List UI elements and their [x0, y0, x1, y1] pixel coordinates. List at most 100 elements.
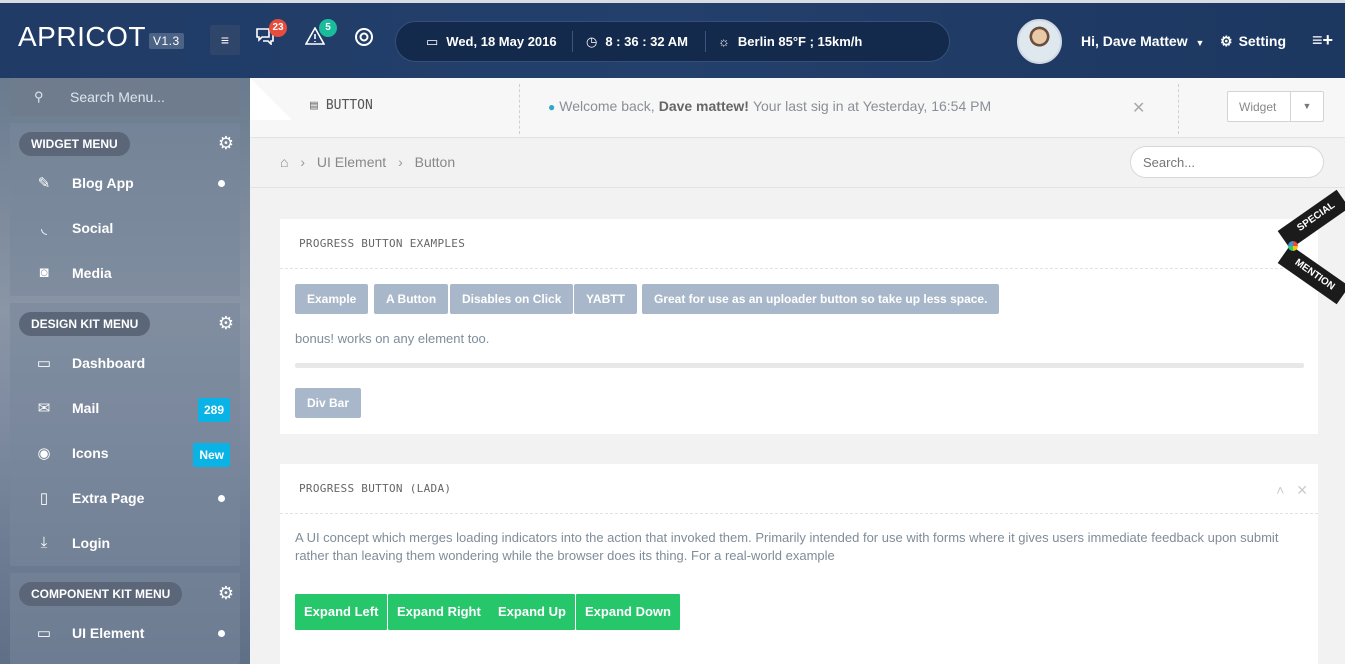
- div-bar-button[interactable]: Div Bar: [295, 388, 362, 418]
- user-menu[interactable]: Hi, Dave Mattew ▼: [1081, 33, 1204, 49]
- mail-icon: ✉: [37, 400, 51, 417]
- group-title: DESIGN KIT MENU: [19, 312, 151, 336]
- time-text: 8 : 36 : 32 AM: [605, 34, 688, 49]
- app-logo[interactable]: APRICOT V1.3: [18, 21, 184, 53]
- panel-title: PROGRESS BUTTON (LADA): [299, 482, 452, 495]
- bonus-note: bonus! works on any element too.: [295, 331, 490, 346]
- sidebar: ⚲ Search Menu... WIDGET MENU ⚙ ✎ Blog Ap…: [0, 78, 250, 664]
- weather-icon: ☼: [718, 34, 730, 49]
- weather-display: ☼ Berlin 85°F ; 15km/h: [718, 22, 862, 61]
- setting-button[interactable]: ⚙ Setting: [1220, 33, 1286, 50]
- corner-fold: [250, 78, 292, 120]
- gear-icon: ⚙: [1220, 33, 1233, 49]
- expand-right-button[interactable]: Expand Right: [388, 594, 490, 630]
- download-icon: ⤓: [40, 534, 48, 551]
- sidebar-item-ui-element[interactable]: ▭ UI Element: [10, 611, 240, 656]
- group-title: COMPONENT KIT MENU: [19, 582, 183, 606]
- gear-icon[interactable]: ⚙: [218, 583, 234, 604]
- sidebar-item-blog-app[interactable]: ✎ Blog App: [10, 161, 240, 206]
- sidebar-item-extra-page[interactable]: ▯ Extra Page: [10, 476, 240, 521]
- disables-on-click-button[interactable]: Disables on Click: [450, 284, 574, 314]
- sidebar-search[interactable]: ⚲ Search Menu...: [10, 78, 240, 116]
- close-icon[interactable]: ✕: [1296, 482, 1308, 498]
- weather-text: Berlin 85°F ; 15km/h: [737, 34, 863, 49]
- sidebar-item-media[interactable]: ◙ Media: [10, 251, 240, 296]
- avatar[interactable]: [1017, 19, 1062, 64]
- chevron-right-icon: ›: [300, 154, 306, 170]
- gear-icon[interactable]: ⚙: [218, 133, 234, 154]
- status-dot: [218, 630, 225, 637]
- messages-badge: 23: [269, 19, 287, 37]
- ribbon-line-2: MENTION: [1277, 244, 1345, 305]
- gear-icon[interactable]: ⚙: [218, 313, 234, 334]
- rss-icon: ◟: [41, 220, 47, 237]
- date-text: Wed, 18 May 2016: [446, 34, 557, 49]
- edit-icon: ✎: [37, 175, 51, 192]
- breadcrumb-bar: ⌂ › UI Element › Button: [250, 138, 1345, 188]
- uploader-button[interactable]: Great for use as an uploader button so t…: [642, 284, 1000, 314]
- status-dot: [218, 495, 225, 502]
- welcome-name: Dave mattew!: [658, 98, 749, 114]
- status-dot: [218, 180, 225, 187]
- page-title-text: BUTTON: [325, 98, 373, 113]
- ribbon-logo-icon: [1288, 241, 1298, 251]
- version-label: V1.3: [148, 33, 184, 49]
- sidebar-item-dashboard[interactable]: ▭ Dashboard: [10, 341, 240, 386]
- sidebar-item-mail[interactable]: ✉ Mail 289: [10, 386, 240, 431]
- time-display: ◷ 8 : 36 : 32 AM: [586, 22, 688, 61]
- eye-icon: ◉: [37, 445, 51, 462]
- home-icon[interactable]: ⌂: [280, 154, 288, 170]
- expand-up-button[interactable]: Expand Up: [489, 594, 575, 630]
- sidebar-item-label: Icons: [72, 445, 109, 461]
- sidebar-item-label: Mail: [72, 400, 100, 416]
- help-button[interactable]: [352, 27, 376, 51]
- progress-bar: [295, 363, 1304, 368]
- page-title: ▤ BUTTON: [310, 98, 373, 113]
- expand-left-button[interactable]: Expand Left: [295, 594, 388, 630]
- expand-down-button[interactable]: Expand Down: [576, 594, 680, 630]
- sidebar-item-label: Media: [72, 265, 112, 281]
- search-icon: ⚲: [34, 89, 44, 104]
- menu-plus-icon[interactable]: ≡+: [1312, 30, 1333, 51]
- breadcrumb-item[interactable]: UI Element: [317, 154, 386, 170]
- alerts-button[interactable]: 5: [303, 19, 337, 51]
- sidebar-item-label: Blog App: [72, 175, 134, 191]
- sidebar-item-login[interactable]: ⤓ Login: [10, 521, 240, 566]
- alerts-badge: 5: [319, 19, 337, 37]
- a-button[interactable]: A Button: [374, 284, 449, 314]
- panel-title: PROGRESS BUTTON EXAMPLES: [299, 237, 466, 250]
- brand-name: APRICOT: [18, 21, 146, 52]
- special-mention-ribbon: SPECIAL MENTION: [1277, 189, 1345, 305]
- sidebar-item-label: UI Element: [72, 625, 145, 641]
- widget-label: Widget: [1239, 100, 1277, 114]
- new-badge: New: [193, 443, 230, 467]
- content-header: ▤ BUTTON ● Welcome back, Dave mattew! Your l…: [250, 78, 1345, 138]
- messages-button[interactable]: 23: [253, 19, 287, 51]
- search-input[interactable]: [1130, 146, 1324, 178]
- welcome-prefix: Welcome back,: [559, 98, 655, 114]
- yabtt-button[interactable]: YABTT: [574, 284, 637, 314]
- info-bar: ▭ Wed, 18 May 2016 ◷ 8 : 36 : 32 AM ☼ Berli…: [395, 21, 950, 62]
- widget-menu-group: WIDGET MENU ⚙ ✎ Blog App ◟ Social ◙ Medi…: [10, 123, 240, 296]
- lada-button-panel: PROGRESS BUTTON (LADA) ˄ ✕ A UI concept …: [280, 464, 1318, 664]
- date-display: ▭ Wed, 18 May 2016: [426, 22, 557, 61]
- list-icon: ▤: [310, 98, 318, 113]
- chevron-right-icon: ›: [398, 154, 403, 170]
- caret-down-icon[interactable]: ▼: [1290, 92, 1323, 121]
- sidebar-item-social[interactable]: ◟ Social: [10, 206, 240, 251]
- example-button[interactable]: Example: [295, 284, 369, 314]
- progress-button-panel: PROGRESS BUTTON EXAMPLES Example A Butto…: [280, 219, 1318, 434]
- group-title: WIDGET MENU: [19, 132, 130, 156]
- sidebar-item-label: Social: [72, 220, 114, 236]
- hamburger-icon[interactable]: ≡: [210, 25, 240, 55]
- sidebar-item-icons[interactable]: ◉ Icons New: [10, 431, 240, 476]
- close-icon[interactable]: ✕: [1132, 98, 1145, 118]
- lifebuoy-icon: [355, 28, 373, 46]
- welcome-suffix: Your last sig in at Yesterday, 16:54 PM: [752, 98, 992, 114]
- ribbon-line-1: SPECIAL: [1277, 189, 1345, 250]
- file-icon: ▯: [39, 490, 49, 507]
- clock-icon: ◷: [586, 34, 598, 49]
- chevron-up-icon[interactable]: ˄: [1276, 482, 1284, 498]
- widget-dropdown[interactable]: Widget ▼: [1227, 91, 1324, 122]
- description-line-2: rather than leaving them wondering while…: [295, 548, 835, 563]
